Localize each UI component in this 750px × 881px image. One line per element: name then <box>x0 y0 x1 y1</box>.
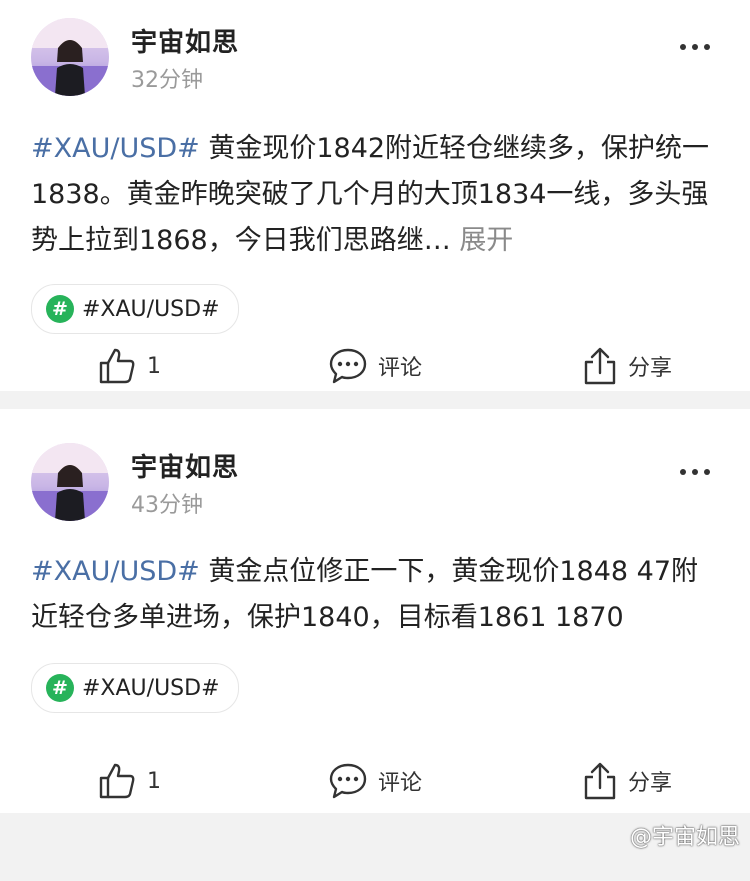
avatar[interactable] <box>31 18 109 96</box>
share-upload-icon <box>584 762 616 800</box>
share-upload-icon <box>584 347 616 385</box>
share-button[interactable]: 分享 <box>582 336 672 396</box>
post-header: 宇宙如思 32分钟 <box>0 0 750 102</box>
post-hashtag[interactable]: #XAU/USD# <box>31 556 200 587</box>
post-header: 宇宙如思 43分钟 <box>0 409 750 521</box>
hashtag-icon: # <box>46 674 74 702</box>
author-name[interactable]: 宇宙如思 <box>131 22 239 59</box>
comment-bubble-icon <box>329 348 367 384</box>
post-content[interactable]: #XAU/USD# 黄金点位修正一下，黄金现价1848 47附近轻仓多单进场，保… <box>31 549 720 641</box>
avatar-image <box>31 443 109 521</box>
post-actions: 1 评论 分享 <box>0 751 750 811</box>
comment-label: 评论 <box>378 356 423 381</box>
expand-link[interactable]: 展开 <box>459 225 513 256</box>
comment-label: 评论 <box>378 771 423 796</box>
watermark: @宇宙如思 <box>629 825 740 850</box>
post-actions: 1 评论 分享 <box>0 336 750 396</box>
avatar[interactable] <box>31 443 109 521</box>
share-label: 分享 <box>628 356 673 381</box>
author-name[interactable]: 宇宙如思 <box>131 447 239 484</box>
topic-tag-chip[interactable]: # #XAU/USD# <box>31 284 239 334</box>
topic-tag-label: #XAU/USD# <box>82 675 220 701</box>
post-content[interactable]: #XAU/USD# 黄金现价1842附近轻仓继续多，保护统一1838。黄金昨晚突… <box>31 126 720 264</box>
comment-button[interactable]: 评论 <box>328 751 422 811</box>
more-dots-icon[interactable] <box>680 44 710 50</box>
share-label: 分享 <box>628 771 673 796</box>
thumbs-up-icon <box>99 763 135 799</box>
like-button[interactable]: 1 <box>97 336 161 396</box>
like-count: 1 <box>147 353 161 379</box>
comment-button[interactable]: 评论 <box>328 336 422 396</box>
hashtag-icon: # <box>46 295 74 323</box>
feed-post[interactable]: 宇宙如思 32分钟 #XAU/USD# 黄金现价1842附近轻仓继续多，保护统一… <box>0 0 750 391</box>
like-button[interactable]: 1 <box>97 751 161 811</box>
comment-bubble-icon <box>329 763 367 799</box>
feed-post[interactable]: 宇宙如思 43分钟 #XAU/USD# 黄金点位修正一下，黄金现价1848 47… <box>0 409 750 813</box>
avatar-image <box>31 18 109 96</box>
post-time: 43分钟 <box>131 493 203 518</box>
post-time: 32分钟 <box>131 68 203 93</box>
like-count: 1 <box>147 768 161 794</box>
more-dots-icon[interactable] <box>680 469 710 475</box>
post-hashtag[interactable]: #XAU/USD# <box>31 133 200 164</box>
topic-tag-chip[interactable]: # #XAU/USD# <box>31 663 239 713</box>
share-button[interactable]: 分享 <box>582 751 672 811</box>
thumbs-up-icon <box>99 348 135 384</box>
topic-tag-label: #XAU/USD# <box>82 296 220 322</box>
